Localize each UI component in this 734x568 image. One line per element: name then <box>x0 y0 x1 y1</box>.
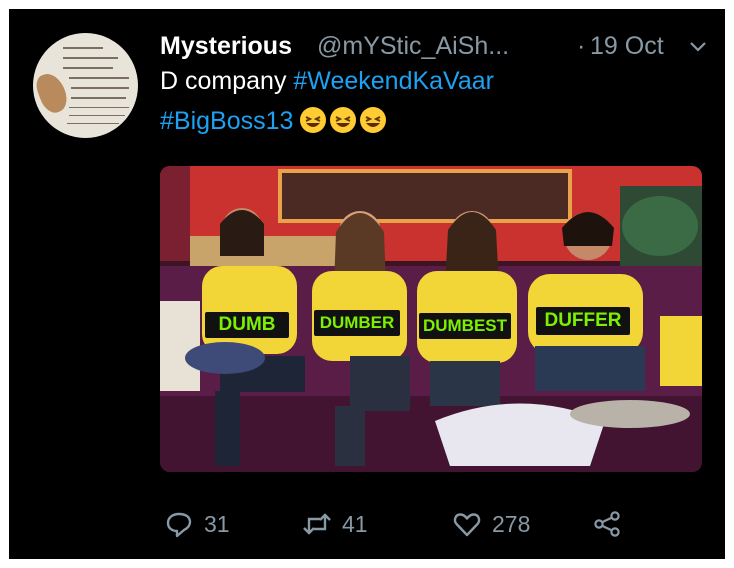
tweet-actions: 31 41 278 <box>160 504 708 544</box>
laughing-emoji-icon <box>300 107 327 133</box>
tweet-date[interactable]: 19 Oct <box>590 30 664 62</box>
media-label-duffer: DUFFER <box>536 307 630 335</box>
laughing-emoji-icon <box>330 107 357 133</box>
author-handle[interactable]: @mYStic_AiSh... <box>317 30 509 62</box>
tweet-header: Mysterious @mYStic_AiSh... · 19 Oct <box>160 30 708 64</box>
like-button[interactable]: 278 <box>452 504 530 544</box>
reply-button[interactable]: 31 <box>164 504 230 544</box>
tweet-card[interactable]: Mysterious @mYStic_AiSh... · 19 Oct D co… <box>9 9 725 559</box>
retweet-button[interactable]: 41 <box>302 504 368 544</box>
hashtag-bigboss13[interactable]: #BigBoss13 <box>160 107 293 135</box>
laughing-emoji-icon <box>360 107 387 133</box>
share-button[interactable] <box>592 504 622 544</box>
author-name[interactable]: Mysterious <box>160 30 292 62</box>
avatar[interactable] <box>33 33 138 138</box>
reply-count: 31 <box>204 510 230 537</box>
share-icon <box>594 511 620 537</box>
chevron-down-icon[interactable] <box>688 37 708 57</box>
tweet-image[interactable]: DUMB DUMBER DUMBEST DUFFER <box>160 166 702 472</box>
retweet-count: 41 <box>342 510 368 537</box>
retweet-icon <box>303 513 331 535</box>
separator-dot: · <box>577 32 586 60</box>
media-label-dumb: DUMB <box>205 312 289 338</box>
heart-icon <box>453 513 481 537</box>
hashtag-weekendkavaar[interactable]: #WeekendKaVaar <box>293 67 494 95</box>
tweet-text: D company <box>160 67 287 95</box>
reply-icon <box>166 512 192 538</box>
tweet-text-line-2: #BigBoss13 <box>160 104 390 138</box>
media-label-dumber: DUMBER <box>314 310 400 336</box>
like-count: 278 <box>492 510 531 537</box>
tweet-text-line-1: D company #WeekendKaVaar <box>160 64 494 98</box>
hand-icon <box>33 69 72 117</box>
media-label-dumbest: DUMBEST <box>419 313 511 339</box>
